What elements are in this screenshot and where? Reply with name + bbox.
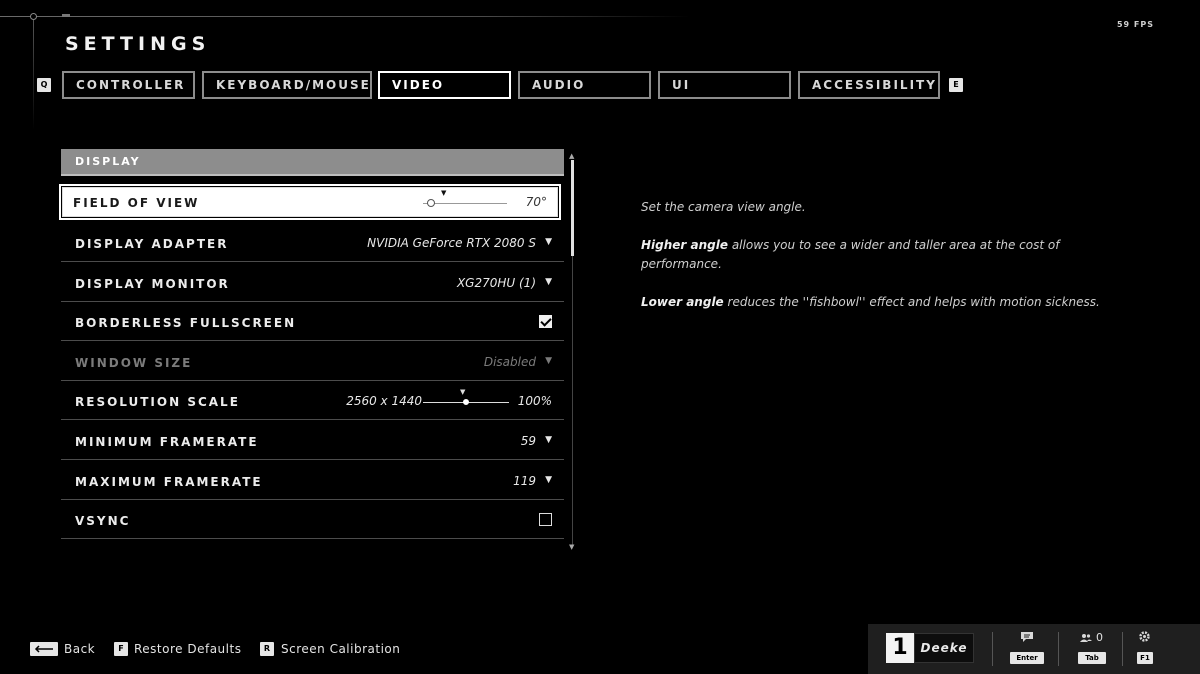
setting-value: 119 — [513, 474, 536, 488]
borderless-checkbox[interactable] — [539, 315, 552, 328]
tab-video[interactable]: VIDEO — [378, 71, 511, 99]
scroll-down-icon[interactable]: ▼ — [569, 543, 574, 551]
frame-tick — [62, 14, 70, 17]
frame-node — [30, 13, 37, 20]
section-header-display: DISPLAY — [61, 149, 564, 176]
next-tab-key[interactable]: E — [949, 78, 963, 92]
setting-value: XG270HU (1) — [456, 276, 536, 290]
dock-divider — [992, 632, 993, 666]
fov-default-marker: ▼ — [441, 189, 447, 197]
setting-label: DISPLAY MONITOR — [75, 277, 230, 291]
tab-controller[interactable]: CONTROLLER — [62, 71, 195, 99]
vsync-checkbox[interactable] — [539, 513, 552, 526]
screen-calibration-button[interactable]: Screen Calibration — [281, 642, 400, 656]
setting-value: 100% — [517, 394, 552, 408]
description-higher: Higher angle allows you to see a wider a… — [641, 238, 1060, 271]
fps-counter: 59 FPS — [1116, 20, 1154, 29]
setting-label: FIELD OF VIEW — [73, 196, 200, 210]
description-intro: Set the camera view angle. — [641, 200, 806, 214]
setting-label: DISPLAY ADAPTER — [75, 237, 229, 251]
dock-divider — [1122, 632, 1123, 666]
party-count: 0 — [1096, 631, 1103, 644]
player-gamertag[interactable]: Deeke — [914, 633, 974, 663]
setting-maximum-framerate[interactable]: MAXIMUM FRAMERATE 119 ▼ — [61, 462, 564, 500]
page-title: SETTINGS — [65, 33, 211, 55]
prev-tab-key[interactable]: Q — [37, 78, 51, 92]
tab-accessibility[interactable]: ACCESSIBILITY — [798, 71, 940, 99]
back-key-icon[interactable] — [30, 642, 58, 656]
restore-defaults-button[interactable]: Restore Defaults — [134, 642, 241, 656]
fov-slider-knob[interactable] — [427, 199, 436, 207]
tab-keyboard-mouse[interactable]: KEYBOARD/MOUSE — [202, 71, 372, 99]
dropdown-arrow-icon: ▼ — [545, 475, 552, 485]
player-dock: 1 Deeke Enter 0 Tab F1 — [868, 624, 1200, 674]
back-button[interactable]: Back — [64, 642, 95, 656]
chat-icon[interactable] — [1020, 631, 1034, 646]
setting-label: RESOLUTION SCALE — [75, 395, 240, 409]
resolution-readout: 2560 x 1440 — [346, 394, 422, 408]
resolution-default-marker: ▼ — [460, 388, 466, 396]
setting-description: Set the camera view angle. Higher angle … — [641, 198, 1111, 331]
dock-divider — [1058, 632, 1059, 666]
tab-ui[interactable]: UI — [658, 71, 791, 99]
setting-vsync[interactable]: VSYNC — [61, 501, 564, 539]
setting-resolution-scale[interactable]: RESOLUTION SCALE 2560 x 1440 ▼ 100% — [61, 382, 564, 420]
chat-key[interactable]: Enter — [1010, 652, 1044, 664]
setting-label: BORDERLESS FULLSCREEN — [75, 316, 297, 330]
tab-audio[interactable]: AUDIO — [518, 71, 651, 99]
dropdown-arrow-icon: ▼ — [545, 356, 552, 366]
setting-value: 70° — [525, 195, 547, 209]
fov-slider-track[interactable] — [423, 203, 507, 204]
calibration-key[interactable]: R — [260, 642, 274, 656]
setting-label: VSYNC — [75, 514, 131, 528]
top-frame-line — [0, 16, 690, 17]
dropdown-arrow-icon: ▼ — [545, 277, 552, 287]
description-lower: Lower angle reduces the ''fishbowl'' eff… — [641, 295, 1100, 309]
dropdown-arrow-icon: ▼ — [545, 237, 552, 247]
setting-label: MINIMUM FRAMERATE — [75, 435, 259, 449]
setting-label: WINDOW SIZE — [75, 356, 193, 370]
setting-value: NVIDIA GeForce RTX 2080 S — [367, 236, 536, 250]
setting-value: Disabled — [483, 355, 536, 369]
setting-borderless-fullscreen[interactable]: BORDERLESS FULLSCREEN — [61, 303, 564, 341]
party-icon[interactable] — [1080, 633, 1092, 646]
settings-key[interactable]: F1 — [1137, 652, 1153, 664]
setting-display-monitor[interactable]: DISPLAY MONITOR XG270HU (1) ▼ — [61, 264, 564, 302]
settings-list: DISPLAY FIELD OF VIEW ▼ 70° DISPLAY ADAP… — [59, 149, 564, 539]
resolution-slider-knob[interactable] — [463, 399, 469, 405]
gear-icon[interactable] — [1138, 630, 1151, 646]
party-key[interactable]: Tab — [1078, 652, 1106, 664]
setting-label: MAXIMUM FRAMERATE — [75, 475, 263, 489]
setting-field-of-view[interactable]: FIELD OF VIEW ▼ 70° — [59, 184, 561, 220]
setting-display-adapter[interactable]: DISPLAY ADAPTER NVIDIA GeForce RTX 2080 … — [61, 224, 564, 262]
scroll-up-icon[interactable]: ▲ — [569, 152, 574, 160]
dropdown-arrow-icon: ▼ — [545, 435, 552, 445]
setting-value: 59 — [520, 434, 536, 448]
scrollbar-thumb[interactable] — [571, 160, 574, 256]
setting-minimum-framerate[interactable]: MINIMUM FRAMERATE 59 ▼ — [61, 422, 564, 460]
player-rank: 1 — [886, 633, 914, 663]
setting-window-size: WINDOW SIZE Disabled ▼ — [61, 343, 564, 381]
left-frame-line — [33, 20, 34, 130]
restore-key[interactable]: F — [114, 642, 128, 656]
